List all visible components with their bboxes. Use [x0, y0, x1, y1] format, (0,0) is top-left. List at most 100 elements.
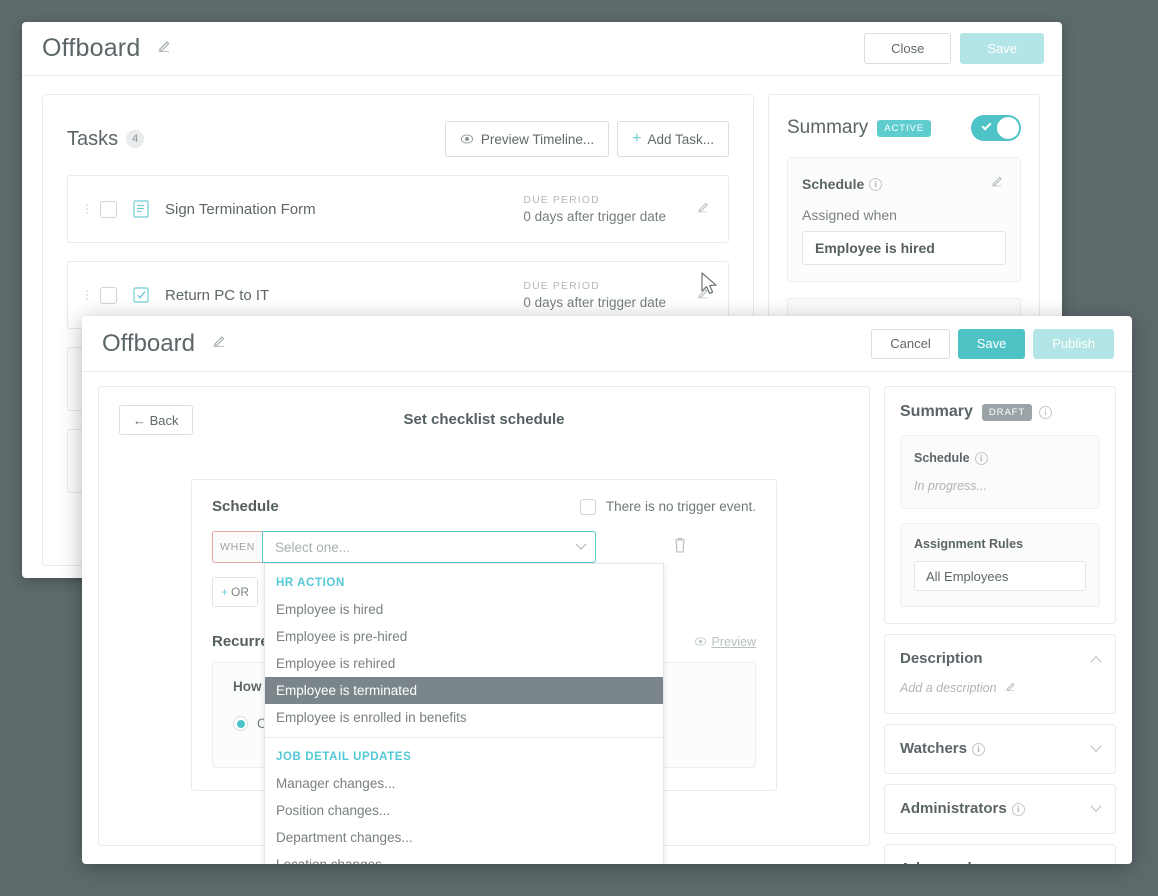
task-checkbox[interactable] — [100, 200, 117, 218]
when-tag: WHEN — [212, 531, 262, 563]
dropdown-item[interactable]: Department changes... — [265, 824, 663, 851]
foreground-window-body: ← Back Set checklist schedule Schedule T… — [82, 372, 1132, 864]
task-name: Sign Termination Form — [165, 200, 316, 218]
status-badge-draft: DRAFT — [981, 403, 1033, 421]
table-row[interactable]: Sign Termination Form DUE PERIOD 0 days … — [67, 175, 729, 243]
summary-header: Summary ACTIVE — [787, 115, 1021, 141]
assignment-rules-title-front: Assignment Rules — [914, 537, 1024, 551]
preview-timeline-button[interactable]: Preview Timeline... — [444, 121, 610, 157]
trigger-dropdown-menu[interactable]: HR ACTION Employee is hired Employee is … — [264, 563, 664, 864]
add-task-label: Add Task... — [647, 131, 714, 147]
cancel-button[interactable]: Cancel — [871, 328, 950, 359]
dropdown-group-label: HR ACTION — [276, 577, 345, 589]
no-trigger-event-checkbox[interactable] — [579, 498, 596, 515]
section-administrators-title: Administrators — [900, 800, 1007, 817]
info-icon[interactable]: i — [869, 178, 883, 192]
pane-title: Set checklist schedule — [403, 411, 565, 428]
info-icon[interactable]: i — [1011, 802, 1025, 816]
section-description-header[interactable]: Description — [900, 650, 1102, 667]
section-description-body[interactable]: Add a description — [900, 679, 1100, 697]
assignment-rules-summary-front: Assignment Rules All Employees — [900, 523, 1100, 607]
drag-handle-icon[interactable] — [86, 202, 90, 216]
add-task-button[interactable]: + Add Task... — [617, 121, 729, 157]
trash-icon[interactable] — [672, 536, 688, 559]
or-label: OR — [231, 585, 249, 599]
tasks-title: Tasks — [67, 127, 119, 150]
save-button-back[interactable]: Save — [960, 33, 1044, 64]
active-toggle[interactable] — [971, 115, 1021, 141]
trigger-select[interactable]: Select one... — [262, 531, 596, 563]
schedule-summary-header: Schedule i — [802, 172, 1006, 195]
info-icon[interactable]: i — [974, 452, 988, 466]
due-period: DUE PERIOD 0 days after trigger date — [523, 194, 694, 224]
section-administrators-header[interactable]: Administrators i — [900, 800, 1102, 817]
dropdown-item[interactable]: Employee is enrolled in benefits — [265, 704, 663, 731]
schedule-summary-card: Schedule i Assigned when Employee is hire… — [787, 157, 1021, 282]
schedule-status-value: In progress... — [914, 479, 987, 493]
section-watchers[interactable]: Watchers i — [884, 724, 1116, 774]
section-administrators[interactable]: Administrators i — [884, 784, 1116, 834]
chevron-down-icon[interactable] — [1090, 800, 1102, 812]
plus-icon: + — [632, 130, 642, 147]
drag-handle-icon[interactable] — [86, 288, 90, 302]
when-select-group[interactable]: WHEN Select one... — [212, 531, 596, 563]
chevron-down-icon — [575, 538, 587, 550]
info-icon[interactable]: i — [971, 742, 985, 756]
edit-schedule-pencil-icon[interactable] — [988, 172, 1006, 195]
assignment-rules-value-front: All Employees — [914, 561, 1086, 591]
tasks-actions: Preview Timeline... + Add Task... — [444, 121, 729, 157]
edit-title-pencil-icon-front[interactable] — [209, 331, 229, 356]
edit-description-pencil-icon[interactable] — [1003, 679, 1018, 697]
dropdown-item[interactable]: Manager changes... — [265, 770, 663, 797]
preview-link-label: Preview — [711, 634, 756, 649]
dropdown-item[interactable]: Employee is hired — [265, 596, 663, 623]
schedule-section-title: Schedule — [212, 498, 279, 515]
mouse-cursor-icon — [700, 272, 720, 301]
schedule-summary-front: Schedule i In progress... — [900, 435, 1100, 509]
save-button[interactable]: Save — [957, 328, 1026, 359]
edit-title-pencil-icon[interactable] — [154, 36, 174, 61]
status-badge: ACTIVE — [877, 119, 932, 137]
close-button[interactable]: Close — [864, 33, 952, 64]
add-description-label: Add a description — [900, 681, 997, 695]
publish-button[interactable]: Publish — [1033, 328, 1114, 359]
add-or-condition-button[interactable]: + OR — [212, 577, 258, 607]
preview-link[interactable]: Preview — [694, 635, 756, 649]
assigned-when-label: Assigned when — [802, 207, 897, 223]
chevron-up-icon[interactable] — [1090, 655, 1102, 667]
section-advanced[interactable]: Advanced — [884, 844, 1116, 864]
foreground-window-titlebar: Offboard Cancel Save Publish — [82, 316, 1132, 372]
background-window-titlebar: Offboard Close Save — [22, 22, 1062, 76]
summary-title: Summary — [787, 117, 869, 138]
chevron-down-icon[interactable] — [1090, 740, 1102, 752]
schedule-title-front: Schedule — [914, 451, 970, 465]
dropdown-item[interactable]: Location changes... — [265, 851, 663, 864]
due-period-label: DUE PERIOD — [523, 194, 600, 206]
section-watchers-header[interactable]: Watchers i — [900, 740, 1102, 757]
chevron-down-icon[interactable] — [1090, 860, 1102, 864]
schedule-card-header: Schedule There is no trigger event. — [212, 498, 756, 515]
summary-header-front: Summary DRAFT i — [900, 403, 1100, 421]
dropdown-item[interactable]: Position changes... — [265, 797, 663, 824]
due-period-value: 0 days after trigger date — [523, 295, 666, 310]
assigned-when-value: Employee is hired — [802, 231, 1006, 265]
dropdown-item[interactable]: Employee is rehired — [265, 650, 663, 677]
summary-card-front: Summary DRAFT i Schedule i In progress...… — [884, 386, 1116, 624]
section-description[interactable]: Description Add a description — [884, 634, 1116, 714]
no-trigger-event-checkbox-row[interactable]: There is no trigger event. — [579, 498, 756, 515]
recurrence-radio-once[interactable] — [233, 716, 248, 731]
dropdown-item[interactable]: Employee is pre-hired — [265, 623, 663, 650]
eye-icon — [460, 132, 474, 146]
summary-title-front: Summary — [900, 403, 973, 420]
task-checkbox[interactable] — [100, 286, 117, 304]
info-icon[interactable]: i — [1039, 405, 1053, 419]
task-name: Return PC to IT — [165, 286, 270, 304]
foreground-window-actions: Cancel Save Publish — [871, 328, 1114, 359]
no-trigger-event-label: There is no trigger event. — [605, 499, 756, 514]
edit-task-pencil-icon[interactable] — [694, 198, 712, 221]
section-advanced-header[interactable]: Advanced — [900, 860, 1102, 864]
eye-icon — [694, 635, 707, 648]
schedule-title: Schedule — [802, 175, 865, 192]
section-description-title: Description — [900, 650, 983, 667]
dropdown-item-selected[interactable]: Employee is terminated — [265, 677, 663, 704]
